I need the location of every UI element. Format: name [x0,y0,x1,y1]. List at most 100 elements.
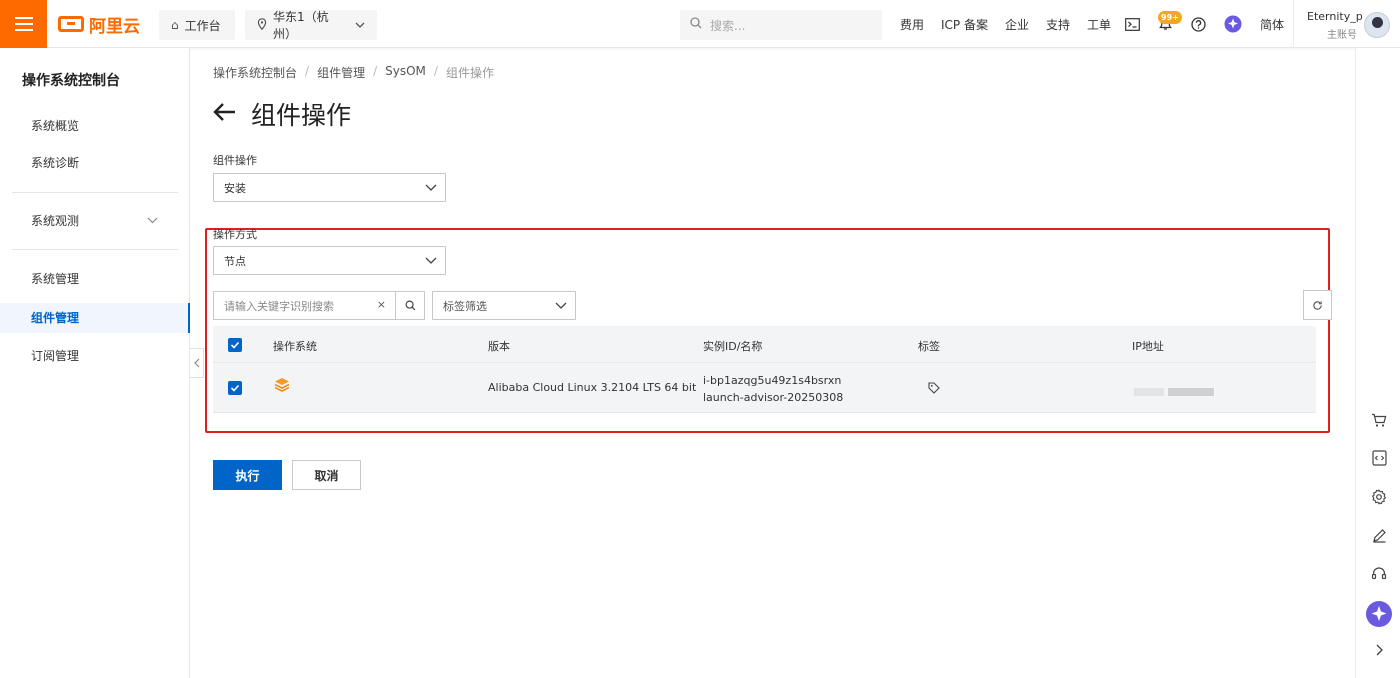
row-instance-name: launch-advisor-20250308 [703,391,844,404]
ai-assistant-icon[interactable] [1223,14,1243,34]
nav-link-ticket[interactable]: 工单 [1087,16,1111,33]
sidebar-item-label: 系统观测 [31,214,80,228]
chevron-down-icon [425,184,437,191]
table-header: 操作系统 版本 实例ID/名称 标签 IP地址 [213,326,1316,363]
column-header-os: 操作系统 [273,340,317,353]
global-search-input[interactable]: 搜索... [680,10,882,40]
user-name: Eternity_p [1307,10,1363,23]
workbench-label: 工作台 [184,18,221,33]
breadcrumb-item[interactable]: 组件管理 [317,64,365,81]
ai-assistant-icon[interactable] [1365,600,1393,628]
top-bar: 阿里云 ⌂ 工作台 华东1（杭州） 搜索... 费用 ICP 备案 企业 支持 … [0,0,1400,48]
sidebar-item-label: 系统管理 [31,272,80,286]
sidebar-item-system-management[interactable]: 系统管理 [0,264,190,294]
headset-icon[interactable] [1368,563,1390,585]
home-icon: ⌂ [171,18,179,32]
column-header-version: 版本 [488,340,510,353]
component-op-select[interactable]: 安装 [213,173,446,202]
chevron-down-icon [425,257,437,264]
user-account[interactable]: Eternity_p 主账号 [1293,0,1363,48]
user-role: 主账号 [1327,30,1357,41]
breadcrumb: 操作系统控制台 / 组件管理 / SysOM / 组件操作 [213,64,494,81]
execute-button[interactable]: 执行 [213,460,282,490]
sidebar-item-component-management[interactable]: 组件管理 [0,303,190,333]
chevron-left-icon [193,358,199,368]
component-op-value: 安装 [224,181,246,195]
keyword-search-input[interactable]: 请输入关键字识别搜索 × [213,291,396,320]
region-selector[interactable]: 华东1（杭州） [245,10,377,41]
sidebar-item-label: 系统诊断 [31,156,80,170]
sidebar-collapse-toggle[interactable] [190,348,204,378]
breadcrumb-separator: / [305,64,310,78]
os-logo-icon [273,377,291,396]
search-icon [405,300,415,311]
aliyun-logo-mark-icon [58,16,84,32]
edit-icon[interactable] [1368,524,1390,546]
ip-address-masked [1134,386,1214,399]
sidebar-divider [12,249,178,250]
sidebar-item-diagnosis[interactable]: 系统诊断 [0,148,190,178]
help-icon[interactable] [1188,14,1208,34]
page-header: 组件操作 [213,96,351,132]
location-pin-icon [257,17,267,33]
refresh-button[interactable] [1303,290,1332,320]
sidebar-item-subscription[interactable]: 订阅管理 [0,341,190,371]
row-instance: i-bp1azqg5u49z1s4bsrxn launch-advisor-20… [703,372,843,406]
menu-icon[interactable] [0,0,47,48]
back-arrow-icon[interactable] [213,100,237,128]
sidebar-title: 操作系统控制台 [22,73,120,89]
sidebar-item-label: 订阅管理 [31,349,80,363]
keyword-search-button[interactable] [396,291,425,320]
op-mode-label: 操作方式 [213,228,257,241]
component-op-label: 组件操作 [213,154,257,167]
row-instance-id[interactable]: i-bp1azqg5u49z1s4bsrxn [703,372,843,389]
select-all-checkbox[interactable] [228,338,242,352]
breadcrumb-current: 组件操作 [445,66,494,80]
sidebar: 操作系统控制台 系统概览 系统诊断 系统观测 系统管理 组件管理 订阅管理 [0,48,190,678]
avatar[interactable] [1364,12,1390,38]
refresh-icon [1313,300,1322,310]
chevron-right-icon[interactable] [1368,639,1390,661]
check-icon [230,384,240,392]
op-mode-value: 节点 [224,254,246,268]
chevron-down-icon [555,302,567,309]
row-version: Alibaba Cloud Linux 3.2104 LTS 64 bit [488,381,697,394]
chevron-down-icon [355,20,365,31]
op-mode-select[interactable]: 节点 [213,246,446,275]
sidebar-item-label: 系统概览 [31,119,80,133]
sidebar-item-observe[interactable]: 系统观测 [0,206,190,236]
aliyun-logo[interactable]: 阿里云 [58,12,140,37]
page-title: 组件操作 [251,101,352,130]
instance-table: 操作系统 版本 实例ID/名称 标签 IP地址 Alibaba Cloud Li… [213,326,1316,413]
gear-icon[interactable] [1368,486,1390,508]
row-checkbox[interactable] [228,381,242,395]
right-toolbar [1355,48,1400,678]
sidebar-item-label: 组件管理 [31,311,80,325]
breadcrumb-separator: / [433,64,438,78]
column-header-ip: IP地址 [1132,340,1164,353]
column-header-tags: 标签 [918,340,940,353]
tag-icon[interactable] [928,382,940,397]
terminal-icon[interactable] [1122,14,1142,34]
breadcrumb-item[interactable]: SysOM [385,64,426,81]
code-document-icon[interactable] [1368,447,1390,469]
nav-link-fee[interactable]: 费用 [900,16,924,33]
cancel-button[interactable]: 取消 [292,460,361,490]
top-nav-links: 费用 ICP 备案 企业 支持 工单 [900,0,1128,48]
column-header-instance: 实例ID/名称 [703,340,763,353]
nav-link-enterprise[interactable]: 企业 [1005,16,1029,33]
nav-link-support[interactable]: 支持 [1046,16,1070,33]
breadcrumb-item[interactable]: 操作系统控制台 [213,64,297,81]
table-row[interactable]: Alibaba Cloud Linux 3.2104 LTS 64 bit i-… [213,363,1316,413]
breadcrumb-separator: / [373,64,378,78]
language-switch[interactable]: 简体 [1260,16,1284,33]
clear-icon[interactable]: × [377,298,386,311]
sidebar-divider [12,192,178,193]
check-icon [230,341,240,349]
tag-filter-select[interactable]: 标签筛选 [432,291,576,320]
workbench-button[interactable]: ⌂ 工作台 [159,10,235,40]
keyword-search-placeholder: 请输入关键字识别搜索 [224,299,334,313]
cart-icon[interactable] [1368,409,1390,431]
sidebar-item-overview[interactable]: 系统概览 [0,111,190,141]
nav-link-icp[interactable]: ICP 备案 [941,16,988,33]
